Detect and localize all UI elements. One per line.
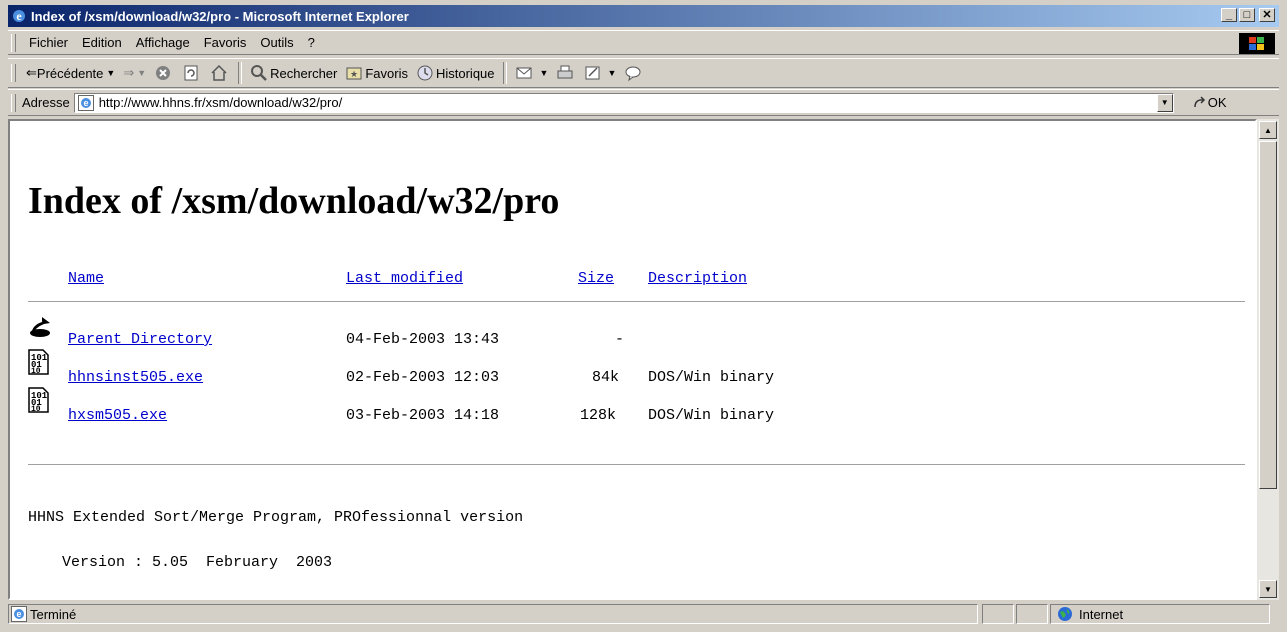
standard-toolbar: ⇐ Précédente ▼ ⇒ ▼ Rechercher ★ Favoris Hi… <box>8 58 1279 88</box>
maximize-button[interactable]: □ <box>1239 8 1255 22</box>
page-icon: e <box>77 94 94 111</box>
edit-icon <box>585 66 600 80</box>
svg-text:e: e <box>16 609 21 619</box>
mail-icon <box>516 67 532 79</box>
status-text: Terminé <box>30 606 77 622</box>
column-modified-link[interactable]: Last modified <box>346 270 463 287</box>
row-modified: 02-Feb-2003 12:03 <box>346 369 500 386</box>
status-bar: e Terminé Internet <box>8 602 1279 626</box>
back-button[interactable]: ⇐ Précédente ▼ <box>22 61 119 85</box>
dropdown-arrow-icon: ▼ <box>106 68 116 78</box>
favorites-button[interactable]: ★ Favoris <box>341 61 412 85</box>
footer-description: HHNS Extended Sort/Merge Program, PROfes… <box>28 509 524 526</box>
address-input[interactable]: e http://www.hhns.fr/xsm/download/w32/pr… <box>73 92 1174 113</box>
page-done-icon: e <box>11 606 27 622</box>
svg-text:★: ★ <box>350 69 358 79</box>
search-icon <box>251 65 268 81</box>
search-button[interactable]: Rechercher <box>246 61 341 85</box>
history-button[interactable]: Historique <box>412 61 499 85</box>
row-size: 128k <box>580 407 617 424</box>
menu-fichier[interactable]: Fichier <box>22 35 75 50</box>
divider <box>28 301 1245 303</box>
row-description: DOS/Win binary <box>648 369 775 386</box>
footer-version: Version : 5.05 February 2003 <box>62 554 333 571</box>
menu-bar: Fichier Edition Affichage Favoris Outils… <box>8 30 1279 55</box>
column-size-link[interactable]: Size <box>578 270 614 287</box>
minimize-button[interactable]: _ <box>1221 8 1237 22</box>
zone-label: Internet <box>1079 606 1124 622</box>
window-title: Index of /xsm/download/w32/pro - Microso… <box>31 8 409 24</box>
menu-grip[interactable] <box>11 33 16 52</box>
history-icon <box>417 65 433 81</box>
discuss-icon <box>625 66 641 82</box>
column-name-link[interactable]: Name <box>68 270 104 287</box>
svg-text:e: e <box>83 98 88 108</box>
ie-logo-icon: e <box>13 9 25 23</box>
row-modified: 04-Feb-2003 13:43 <box>346 331 500 348</box>
home-button[interactable] <box>206 61 234 85</box>
binary-file-icon[interactable]: 1010110 <box>28 349 50 375</box>
row-modified: 03-Feb-2003 14:18 <box>346 407 500 424</box>
file-link-hhnsinst505[interactable]: hhnsinst505.exe <box>68 369 203 386</box>
address-dropdown[interactable]: ▼ <box>1156 93 1173 112</box>
menu-favoris[interactable]: Favoris <box>197 35 254 50</box>
windows-flag-icon <box>1239 33 1275 54</box>
divider <box>28 464 1245 466</box>
page-heading: Index of /xsm/download/w32/pro <box>28 180 560 222</box>
svg-text:10: 10 <box>31 367 41 375</box>
back-arrow-icon: ⇐ <box>26 65 37 80</box>
printer-icon <box>557 65 573 79</box>
scroll-down-button[interactable]: ▼ <box>1259 580 1277 598</box>
discuss-button[interactable] <box>620 61 648 85</box>
edit-button[interactable]: ▼ <box>580 61 620 85</box>
address-grip[interactable] <box>11 93 16 112</box>
home-icon <box>211 64 227 81</box>
forward-button[interactable]: ⇒ ▼ <box>119 61 150 85</box>
row-description: DOS/Win binary <box>648 407 775 424</box>
stop-button[interactable] <box>150 61 178 85</box>
address-url: http://www.hhns.fr/xsm/download/w32/pro/ <box>98 95 343 110</box>
stop-icon <box>156 66 171 80</box>
dropdown-arrow-icon: ▼ <box>607 68 617 78</box>
title-bar[interactable]: e Index of /xsm/download/w32/pro - Micro… <box>8 5 1279 27</box>
scroll-up-button[interactable]: ▲ <box>1259 121 1277 139</box>
menu-edition[interactable]: Edition <box>75 35 129 50</box>
back-icon[interactable] <box>28 315 54 339</box>
file-link-hxsm505[interactable]: hxsm505.exe <box>68 407 167 424</box>
menu-affichage[interactable]: Affichage <box>129 35 197 50</box>
globe-icon <box>1058 607 1072 621</box>
favorites-folder-icon: ★ <box>346 67 362 80</box>
close-button[interactable]: ✕ <box>1259 8 1275 22</box>
file-link-parent-directory[interactable]: Parent Directory <box>68 331 212 348</box>
binary-file-icon[interactable]: 1010110 <box>28 387 50 413</box>
svg-text:10: 10 <box>31 405 41 413</box>
address-label: Adresse <box>22 95 70 110</box>
zone-pane: Internet <box>1050 604 1270 624</box>
address-bar: Adresse e http://www.hhns.fr/xsm/downloa… <box>8 89 1279 116</box>
mail-button[interactable]: ▼ <box>511 61 553 85</box>
status-text-pane: e Terminé <box>8 604 978 624</box>
scroll-thumb[interactable] <box>1259 141 1277 489</box>
vertical-scrollbar[interactable]: ▲ ▼ <box>1257 119 1279 600</box>
row-size: - <box>615 331 625 348</box>
forward-arrow-icon: ⇒ <box>123 65 135 80</box>
menu-help[interactable]: ? <box>301 35 322 50</box>
column-description-link[interactable]: Description <box>648 270 747 287</box>
page-content: Index of /xsm/download/w32/pro Name Last… <box>8 119 1257 600</box>
go-button[interactable]: OK <box>1192 95 1227 111</box>
row-size: 84k <box>592 369 620 386</box>
svg-text:e: e <box>16 9 22 23</box>
refresh-button[interactable] <box>178 61 206 85</box>
menu-outils[interactable]: Outils <box>253 35 300 50</box>
print-button[interactable] <box>552 61 580 85</box>
dropdown-arrow-icon: ▼ <box>539 68 549 78</box>
toolbar-grip[interactable] <box>11 64 16 82</box>
dropdown-arrow-icon: ▼ <box>137 68 147 78</box>
refresh-icon <box>184 65 198 81</box>
go-arrow-icon <box>1193 95 1205 107</box>
browser-window: e Index of /xsm/download/w32/pro - Micro… <box>0 0 1287 632</box>
